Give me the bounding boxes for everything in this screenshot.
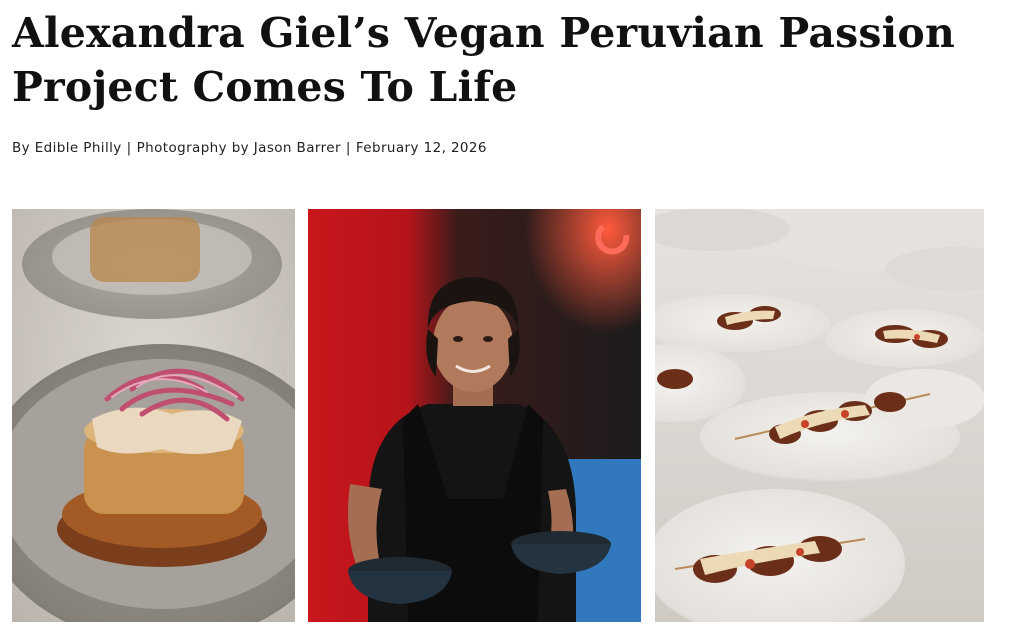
article-title: Alexandra Giel’s Vegan Peruvian Passion … [12,9,955,111]
photo-plated-dish-image [12,209,295,622]
byline-separator: | [345,140,351,156]
byline-date: February 12, 2026 [355,140,487,156]
byline-author: By Edible Philly [12,140,122,156]
photo-skewer-plates-image [655,209,984,622]
photo-chef-portrait-image [308,209,641,622]
photo-skewer-plates[interactable] [655,209,984,622]
byline-separator: | [126,140,132,156]
photo-chef-portrait[interactable] [308,209,641,622]
article-page: Alexandra Giel’s Vegan Peruvian Passion … [0,0,1024,637]
article-byline: By Edible Philly | Photography by Jason Ba… [12,139,487,157]
byline-photographer: Photography by Jason Barrer [136,140,341,156]
photo-plated-dish[interactable] [12,209,295,622]
